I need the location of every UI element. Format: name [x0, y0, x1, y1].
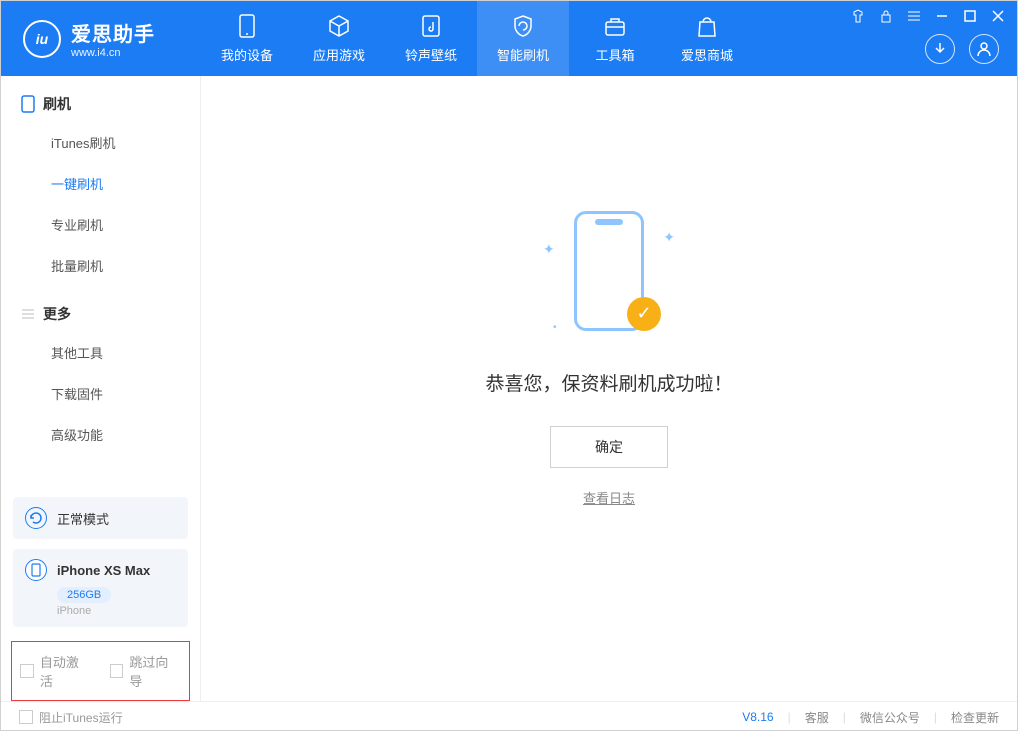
tab-apps-games[interactable]: 应用游戏: [293, 1, 385, 76]
success-illustration: ✦ ✦ • ✓: [549, 211, 669, 341]
sidebar-item-advanced[interactable]: 高级功能: [1, 414, 200, 455]
app-title: 爱思助手: [71, 18, 155, 47]
sidebar-item-other-tools[interactable]: 其他工具: [1, 332, 200, 373]
mode-card[interactable]: 正常模式: [13, 497, 188, 539]
support-link[interactable]: 客服: [805, 709, 829, 726]
storage-badge: 256GB: [57, 587, 111, 603]
tab-label: 爱思商城: [681, 45, 733, 64]
header-bar: iu 爱思助手 www.i4.cn 我的设备 应用游戏 铃声壁纸 智能刷机 工具…: [1, 1, 1017, 76]
checkbox-label: 跳过向导: [129, 652, 181, 690]
success-message: 恭喜您，保资料刷机成功啦！: [485, 369, 732, 396]
sparkle-icon: ✦: [543, 241, 555, 258]
sidebar: 刷机 iTunes刷机 一键刷机 专业刷机 批量刷机 更多 其他工具 下载固件 …: [1, 76, 201, 701]
sidebar-item-oneclick-flash[interactable]: 一键刷机: [1, 163, 200, 204]
close-button[interactable]: [989, 7, 1007, 25]
shield-refresh-icon: [510, 13, 536, 39]
checkbox-icon: [19, 710, 33, 724]
maximize-button[interactable]: [961, 7, 979, 25]
check-circle-icon: ✓: [627, 297, 661, 331]
checkbox-icon: [110, 664, 124, 678]
tab-smart-flash[interactable]: 智能刷机: [477, 1, 569, 76]
ok-button[interactable]: 确定: [550, 426, 668, 468]
version-label: V8.16: [742, 710, 773, 724]
tab-label: 铃声壁纸: [405, 45, 457, 64]
phone-icon: [234, 13, 260, 39]
list-icon: [21, 308, 35, 320]
sidebar-section-more: 更多: [1, 304, 200, 332]
tab-my-device[interactable]: 我的设备: [201, 1, 293, 76]
user-button[interactable]: [969, 34, 999, 64]
sparkle-icon: ✦: [663, 229, 675, 246]
checkbox-icon: [20, 664, 34, 678]
logo-area: iu 爱思助手 www.i4.cn: [1, 18, 201, 59]
main-content: ✦ ✦ • ✓ 恭喜您，保资料刷机成功啦！ 确定 查看日志: [201, 76, 1017, 701]
checkbox-skip-guide[interactable]: 跳过向导: [110, 652, 182, 690]
tab-label: 应用游戏: [313, 45, 365, 64]
app-subtitle: www.i4.cn: [71, 47, 155, 59]
svg-text:iu: iu: [36, 31, 49, 47]
device-phone-icon: [25, 559, 47, 581]
highlighted-options: 自动激活 跳过向导: [11, 641, 190, 701]
footer-bar: 阻止iTunes运行 V8.16 | 客服 | 微信公众号 | 检查更新: [1, 701, 1017, 732]
menu-icon[interactable]: [905, 7, 923, 25]
section-title: 更多: [43, 304, 71, 324]
tab-toolbox[interactable]: 工具箱: [569, 1, 661, 76]
wechat-link[interactable]: 微信公众号: [860, 709, 920, 726]
sidebar-section-flash: 刷机: [1, 94, 200, 122]
section-title: 刷机: [43, 94, 71, 114]
device-card[interactable]: iPhone XS Max 256GB iPhone: [13, 549, 188, 627]
toolbox-icon: [602, 13, 628, 39]
sidebar-item-itunes-flash[interactable]: iTunes刷机: [1, 122, 200, 163]
device-type: iPhone: [57, 605, 176, 617]
sidebar-item-batch-flash[interactable]: 批量刷机: [1, 245, 200, 286]
checkbox-auto-activate[interactable]: 自动激活: [20, 652, 92, 690]
sidebar-item-download-firmware[interactable]: 下载固件: [1, 373, 200, 414]
sidebar-item-pro-flash[interactable]: 专业刷机: [1, 204, 200, 245]
minimize-button[interactable]: [933, 7, 951, 25]
tab-ringtones[interactable]: 铃声壁纸: [385, 1, 477, 76]
lock-icon[interactable]: [877, 7, 895, 25]
cube-icon: [326, 13, 352, 39]
checkbox-block-itunes[interactable]: 阻止iTunes运行: [19, 709, 123, 726]
bag-icon: [694, 13, 720, 39]
checkbox-label: 自动激活: [40, 652, 92, 690]
shirt-icon[interactable]: [849, 7, 867, 25]
nav-tabs: 我的设备 应用游戏 铃声壁纸 智能刷机 工具箱 爱思商城: [201, 1, 753, 76]
checkbox-label: 阻止iTunes运行: [39, 709, 123, 726]
tab-label: 智能刷机: [497, 45, 549, 64]
device-name: iPhone XS Max: [57, 563, 150, 578]
mode-label: 正常模式: [57, 509, 109, 528]
tab-store[interactable]: 爱思商城: [661, 1, 753, 76]
check-update-link[interactable]: 检查更新: [951, 709, 999, 726]
music-file-icon: [418, 13, 444, 39]
tab-label: 工具箱: [595, 45, 634, 64]
refresh-icon: [25, 507, 47, 529]
sparkle-icon: •: [553, 322, 557, 333]
phone-icon: [21, 95, 35, 113]
view-log-link[interactable]: 查看日志: [583, 488, 635, 507]
logo-icon: iu: [23, 20, 61, 58]
download-button[interactable]: [925, 34, 955, 64]
tab-label: 我的设备: [221, 45, 273, 64]
